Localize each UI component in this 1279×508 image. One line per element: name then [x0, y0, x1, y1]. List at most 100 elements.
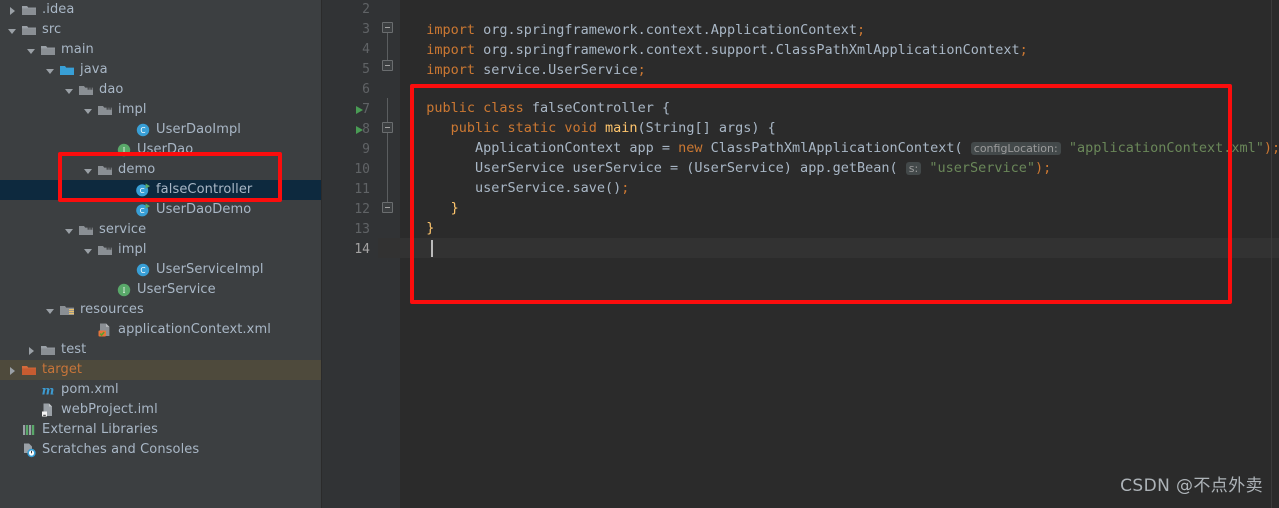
- fold-line-class: [387, 98, 388, 208]
- tree-item-impl[interactable]: impl: [0, 100, 321, 120]
- tree-item-falsecontroller[interactable]: CfalseController: [0, 180, 321, 200]
- chevron-down-icon[interactable]: [82, 104, 95, 117]
- tree-item-label: UserServiceImpl: [156, 262, 264, 277]
- tree-item-userdaodemo[interactable]: C UserDaoDemo: [0, 200, 321, 220]
- svg-text:m: m: [42, 384, 55, 398]
- tree-item-label: dao: [99, 82, 124, 97]
- tree-item-label: demo: [118, 162, 156, 177]
- tree-item-label: applicationContext.xml: [118, 322, 271, 337]
- tree-item-java[interactable]: java: [0, 60, 321, 80]
- tree-item-impl[interactable]: impl: [0, 240, 321, 260]
- tree-item-webproject-iml[interactable]: webProject.iml: [0, 400, 321, 420]
- fold-marker-main-method[interactable]: [382, 122, 393, 133]
- tree-arrow-spacer: [120, 204, 133, 217]
- chevron-right-icon[interactable]: [6, 364, 19, 377]
- line-number-9: 9: [362, 142, 370, 157]
- chevron-down-icon[interactable]: [82, 164, 95, 177]
- fold-line-imports: [387, 33, 388, 60]
- tree-item-target[interactable]: target: [0, 360, 321, 380]
- chevron-down-icon[interactable]: [6, 24, 19, 37]
- line-number-5: 5: [362, 62, 370, 77]
- tree-item-label: UserDao: [137, 142, 194, 157]
- tree-item-label: service: [99, 222, 147, 237]
- inlay-hint-configlocation: configLocation:: [970, 142, 1061, 155]
- folder-icon: [40, 42, 56, 58]
- chevron-down-icon[interactable]: [25, 44, 38, 57]
- code-line-11: userService.save();: [474, 180, 630, 196]
- tree-item-label: impl: [118, 242, 147, 257]
- tree-item-dao[interactable]: dao: [0, 80, 321, 100]
- package-icon: [97, 102, 113, 118]
- fold-marker-imports[interactable]: [382, 22, 393, 33]
- java-runnable-class-icon: C: [135, 202, 151, 218]
- tree-item-scratches-and-consoles[interactable]: Scratches and Consoles: [0, 440, 321, 460]
- line-number-14: 14: [354, 242, 370, 257]
- code-line-7: public class falseController {: [426, 100, 671, 116]
- tree-item-label: UserDaoDemo: [156, 202, 252, 217]
- tree-item-label: UserDaoImpl: [156, 122, 242, 137]
- fold-marker-imports-end[interactable]: [382, 60, 393, 71]
- tree-item-userdao[interactable]: I UserDao: [0, 140, 321, 160]
- chevron-down-icon[interactable]: [63, 224, 76, 237]
- chevron-down-icon[interactable]: [63, 84, 76, 97]
- chevron-right-icon[interactable]: [25, 344, 38, 357]
- tree-item-src[interactable]: src: [0, 20, 321, 40]
- fold-marker-method-end[interactable]: [382, 202, 393, 213]
- tree-item-external-libraries[interactable]: External Libraries: [0, 420, 321, 440]
- line-number-3: 3: [362, 22, 370, 37]
- text-caret: [431, 240, 433, 257]
- tree-item-userservice[interactable]: I UserService: [0, 280, 321, 300]
- run-gutter-icon-line-8[interactable]: [356, 120, 366, 140]
- tree-item-label: java: [80, 62, 108, 77]
- spring-xml-icon: [97, 322, 113, 338]
- tree-item-userdaoimpl[interactable]: C UserDaoImpl: [0, 120, 321, 140]
- tree-item-main[interactable]: main: [0, 40, 321, 60]
- ide-window: .idea src main java dao impl C UserDaoImpl I User…: [0, 0, 1279, 508]
- tree-item-label: Scratches and Consoles: [42, 442, 200, 457]
- watermark-text: CSDN @不点外卖: [1120, 476, 1263, 496]
- package-icon: [78, 82, 94, 98]
- source-root-icon: [59, 62, 75, 78]
- tree-item-pom-xml[interactable]: m pom.xml: [0, 380, 321, 400]
- code-line-4: import org.springframework.context.suppo…: [426, 42, 1028, 58]
- chevron-down-icon[interactable]: [44, 64, 57, 77]
- tree-item-label: falseController: [156, 182, 253, 197]
- code-line-13: }: [426, 220, 435, 236]
- line-number-6: 6: [362, 82, 370, 97]
- tree-item-service[interactable]: service: [0, 220, 321, 240]
- tree-item-demo[interactable]: demo: [0, 160, 321, 180]
- resource-root-icon: [59, 302, 75, 318]
- package-icon: [97, 162, 113, 178]
- line-number-12: 12: [354, 202, 370, 217]
- code-editor-area[interactable]: import org.springframework.context.Appli…: [378, 0, 1279, 508]
- libraries-icon: [21, 422, 37, 438]
- java-class-icon: C: [135, 262, 151, 278]
- scratches-icon: [21, 442, 37, 458]
- folder-icon: [21, 2, 37, 18]
- tree-item-label: main: [61, 42, 94, 57]
- tree-item-label: .idea: [42, 2, 75, 17]
- tree-item-test[interactable]: test: [0, 340, 321, 360]
- tree-arrow-spacer: [25, 404, 38, 417]
- project-tree-panel[interactable]: .idea src main java dao impl C UserDaoImpl I User…: [0, 0, 321, 508]
- run-gutter-icon-line-7[interactable]: [356, 100, 366, 120]
- chevron-down-icon[interactable]: [44, 304, 57, 317]
- tree-item-label: UserService: [137, 282, 216, 297]
- tree-item--idea[interactable]: .idea: [0, 0, 321, 20]
- tree-arrow-spacer: [120, 184, 133, 197]
- svg-text:C: C: [140, 186, 145, 195]
- chevron-down-icon[interactable]: [82, 244, 95, 257]
- line-number-10: 10: [354, 162, 370, 177]
- code-line-5: import service.UserService;: [426, 62, 646, 78]
- maven-icon: m: [40, 382, 56, 398]
- java-interface-icon: I: [116, 282, 132, 298]
- tree-arrow-spacer: [6, 424, 19, 437]
- tree-item-applicationcontext-xml[interactable]: applicationContext.xml: [0, 320, 321, 340]
- tree-arrow-spacer: [101, 144, 114, 157]
- package-icon: [97, 242, 113, 258]
- tree-item-resources[interactable]: resources: [0, 300, 321, 320]
- tree-item-label: pom.xml: [61, 382, 119, 397]
- inlay-hint-s: s:: [905, 162, 922, 175]
- tree-item-userserviceimpl[interactable]: C UserServiceImpl: [0, 260, 321, 280]
- chevron-right-icon[interactable]: [6, 4, 19, 17]
